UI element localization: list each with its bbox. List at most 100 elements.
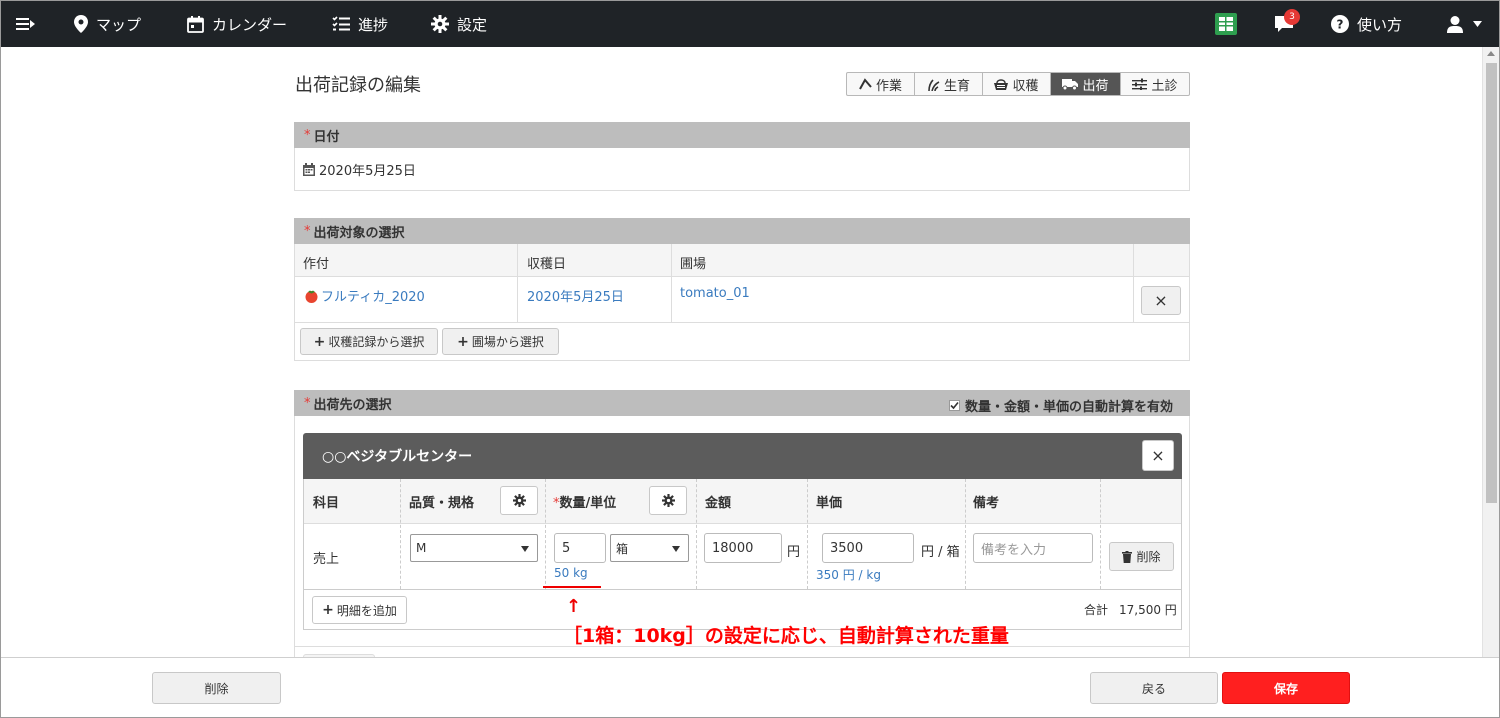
gear-icon bbox=[512, 494, 526, 507]
tab-harvest-label: 収穫 bbox=[1012, 78, 1039, 94]
plus-icon: + bbox=[322, 602, 334, 618]
destination-section-title: 出荷先の選択 bbox=[313, 397, 392, 413]
column-header-harvest-date: 収穫日 bbox=[527, 257, 567, 272]
quantity-settings-button[interactable] bbox=[649, 486, 687, 515]
record-type-tabs: 作業 生育 収穫 出荷 土診 bbox=[846, 72, 1190, 96]
gear-icon bbox=[431, 15, 449, 33]
nav-calendar[interactable]: カレンダー bbox=[187, 1, 287, 47]
spreadsheet-button[interactable] bbox=[1215, 1, 1245, 47]
trash-icon bbox=[1122, 550, 1133, 563]
select-from-harvest-label: 収穫記録から選択 bbox=[328, 335, 425, 349]
nav-settings[interactable]: 設定 bbox=[431, 1, 487, 47]
scroll-up-arrow-icon[interactable] bbox=[1487, 51, 1495, 56]
sliders-icon bbox=[1132, 78, 1148, 90]
amount-unit: 円 bbox=[787, 545, 801, 560]
unit-select[interactable]: 箱 bbox=[610, 534, 689, 562]
total-value: 17,500 円 bbox=[1119, 603, 1177, 617]
question-circle-icon: ? bbox=[1331, 15, 1349, 33]
scrollbar-thumb[interactable] bbox=[1486, 63, 1497, 503]
target-section-body: 作付 収穫日 圃場 フルティカ_2020 2020年5月25日 tomato_0… bbox=[294, 244, 1190, 361]
vertical-scrollbar[interactable] bbox=[1482, 47, 1499, 657]
destination-name: ○○ベジタブルセンター bbox=[322, 449, 473, 465]
crop-link[interactable]: フルティカ_2020 bbox=[321, 286, 425, 305]
column-header-item: 科目 bbox=[313, 496, 340, 511]
top-nav-bar: マップ カレンダー 進捗 設定 3 ? 使い方 bbox=[1, 1, 1499, 47]
spreadsheet-icon bbox=[1215, 13, 1237, 35]
price-per-kg: 350 円 / kg bbox=[816, 568, 881, 582]
work-icon bbox=[859, 78, 872, 90]
select-from-harvest-button[interactable]: + 収穫記録から選択 bbox=[300, 328, 438, 355]
tab-shipment[interactable]: 出荷 bbox=[1051, 73, 1121, 95]
select-from-field-button[interactable]: + 圃場から選択 bbox=[442, 328, 559, 355]
column-header-note: 備考 bbox=[973, 496, 1000, 511]
tab-soil-label: 土診 bbox=[1151, 78, 1178, 94]
quality-select[interactable]: M bbox=[410, 534, 538, 562]
date-section-title: 日付 bbox=[313, 129, 340, 145]
quality-select-value: M bbox=[416, 541, 427, 555]
tab-shipment-label: 出荷 bbox=[1082, 78, 1109, 94]
date-picker[interactable]: 2020年5月25日 bbox=[303, 160, 416, 179]
tab-work-label: 作業 bbox=[875, 78, 902, 94]
date-section-header: * 日付 bbox=[294, 122, 1190, 148]
nav-map[interactable]: マップ bbox=[74, 1, 141, 47]
truck-icon bbox=[1062, 78, 1079, 90]
delete-row-label: 削除 bbox=[1136, 550, 1161, 564]
required-mark: * bbox=[304, 127, 311, 143]
svg-text:?: ? bbox=[1337, 18, 1344, 32]
tab-harvest[interactable]: 収穫 bbox=[983, 73, 1051, 95]
menu-toggle-icon[interactable] bbox=[16, 1, 44, 47]
notification-count-badge: 3 bbox=[1284, 9, 1300, 25]
column-header-crop: 作付 bbox=[303, 257, 330, 272]
delete-record-button[interactable]: 削除 bbox=[152, 672, 281, 704]
save-button[interactable]: 保存 bbox=[1222, 672, 1350, 704]
unit-select-value: 箱 bbox=[616, 541, 629, 556]
nav-settings-label: 設定 bbox=[457, 15, 488, 34]
unit-price-unit: 円 / 箱 bbox=[921, 545, 960, 560]
unit-price-input[interactable]: 3500 bbox=[822, 533, 914, 563]
field-link[interactable]: tomato_01 bbox=[680, 286, 750, 301]
destination-card-header: ○○ベジタブルセンター bbox=[303, 433, 1182, 479]
table-row: フルティカ_2020 bbox=[304, 286, 425, 305]
delete-row-button[interactable]: 削除 bbox=[1109, 542, 1174, 571]
column-header-quantity: *数量/単位 bbox=[553, 492, 616, 511]
tab-growth-label: 生育 bbox=[943, 78, 970, 94]
back-button[interactable]: 戻る bbox=[1090, 672, 1218, 704]
auto-calc-label: 数量・金額・単価の自動計算を有効 bbox=[964, 400, 1173, 415]
target-table-header bbox=[295, 244, 1189, 277]
column-header-amount: 金額 bbox=[705, 496, 732, 511]
quantity-input[interactable]: 5 bbox=[554, 533, 606, 563]
checklist-icon bbox=[332, 16, 350, 31]
date-section-body: 2020年5月25日 bbox=[294, 148, 1190, 191]
help-link[interactable]: ? 使い方 bbox=[1331, 1, 1402, 47]
calendar-icon bbox=[303, 163, 315, 176]
column-header-unit-price: 単価 bbox=[816, 496, 843, 511]
user-menu[interactable] bbox=[1447, 1, 1490, 47]
date-value: 2020年5月25日 bbox=[319, 164, 416, 179]
caret-down-icon bbox=[1473, 21, 1482, 27]
tab-soil[interactable]: 土診 bbox=[1121, 73, 1189, 95]
target-section-title: 出荷対象の選択 bbox=[313, 225, 405, 241]
help-label: 使い方 bbox=[1357, 15, 1403, 34]
growth-icon bbox=[928, 78, 940, 91]
add-detail-button[interactable]: + 明細を追加 bbox=[312, 596, 407, 624]
annotation-text: ［1箱：10kg］の設定に応じ、自動計算された重量 bbox=[563, 625, 1009, 647]
tomato-icon bbox=[305, 290, 318, 303]
remove-target-button[interactable]: × bbox=[1141, 286, 1181, 315]
quality-settings-button[interactable] bbox=[500, 486, 538, 515]
required-mark: * bbox=[304, 395, 311, 411]
quantity-header-label: 数量/単位 bbox=[559, 496, 617, 511]
harvest-date-link[interactable]: 2020年5月25日 bbox=[527, 286, 624, 305]
close-destination-button[interactable]: × bbox=[1142, 440, 1174, 471]
total-label: 合計 bbox=[1084, 603, 1109, 617]
auto-calc-checkbox[interactable]: 数量・金額・単価の自動計算を有効 bbox=[948, 396, 1173, 415]
required-mark: * bbox=[304, 223, 311, 239]
nav-progress-label: 進捗 bbox=[358, 15, 389, 34]
shipment-detail-table: 科目 品質・規格 *数量/単位 金額 単価 備考 売上 M 5 箱 50 kg … bbox=[303, 479, 1182, 630]
amount-input[interactable]: 18000 bbox=[704, 533, 782, 563]
item-value: 売上 bbox=[313, 552, 340, 567]
tab-growth[interactable]: 生育 bbox=[915, 73, 983, 95]
nav-progress[interactable]: 進捗 bbox=[332, 1, 388, 47]
tab-work[interactable]: 作業 bbox=[847, 73, 915, 95]
annotation-arrow: ↑ bbox=[566, 596, 582, 617]
note-input[interactable]: 備考を入力 bbox=[973, 533, 1093, 563]
